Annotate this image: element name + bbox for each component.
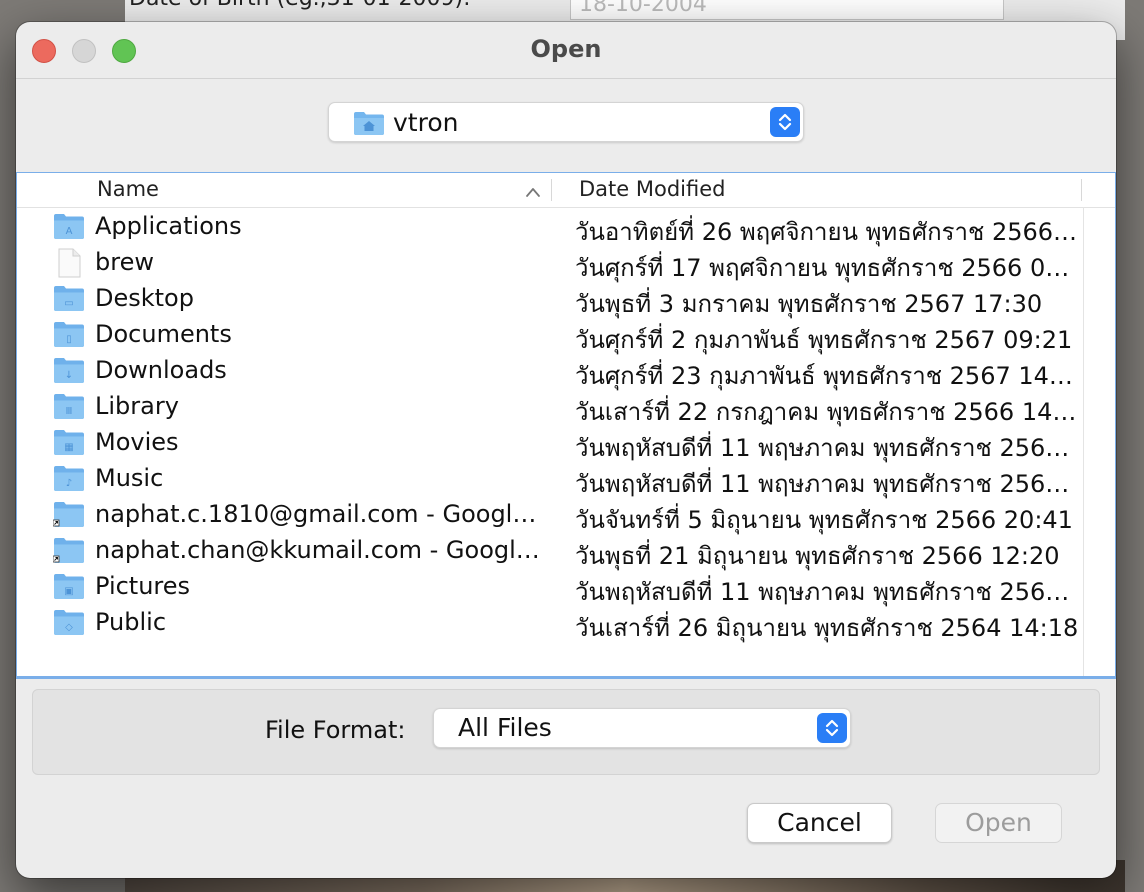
background-dob-label: Date of Birth (eg.,31-01-2009): (129, 0, 471, 11)
library-folder-icon: Ⅲ (53, 392, 85, 424)
documents-folder-icon: ▯ (53, 320, 85, 352)
column-separator[interactable] (551, 179, 552, 201)
file-row[interactable]: ▦ Movies วันพฤหัสบดีที่ 11 พฤษภาคม พุทธศัก… (17, 425, 1083, 462)
file-name: brew (95, 248, 154, 276)
svg-text:Ⅲ: Ⅲ (66, 406, 73, 417)
svg-text:▭: ▭ (64, 298, 73, 309)
svg-text:▯: ▯ (66, 334, 72, 345)
file-name: Movies (95, 428, 179, 456)
vertical-scrollbar[interactable] (1083, 207, 1084, 676)
file-format-stepper-icon (817, 713, 847, 743)
column-header-row: Name Date Modified (17, 173, 1115, 208)
file-browser: Name Date Modified A Applications วันอาทิต… (16, 172, 1116, 679)
file-row[interactable]: ▣ Pictures วันพฤหัสบดีที่ 11 พฤษภาคม พุทธศ… (17, 569, 1083, 606)
column-separator[interactable] (1081, 179, 1082, 201)
file-row[interactable]: ▭ Desktop วันพุธที่ 3 มกราคม พุทธศักราช 25… (17, 281, 1083, 318)
file-row[interactable]: A Applications วันอาทิตย์ที่ 26 พฤศจิกายน … (17, 209, 1083, 246)
file-name: naphat.chan@kkumail.com - Google … (95, 536, 550, 564)
public-folder-icon: ◇ (53, 608, 85, 640)
dialog-title: Open (530, 35, 602, 63)
home-folder-icon (353, 110, 385, 140)
file-row[interactable]: naphat.chan@kkumail.com - Google … วันพุธ… (17, 533, 1083, 570)
file-row[interactable]: brew วันศุกร์ที่ 17 พฤศจิกายน พุทธศักราช … (17, 245, 1083, 282)
file-row[interactable]: ▯ Documents วันศุกร์ที่ 2 กุมภาพันธ์ พุทธศ… (17, 317, 1083, 354)
desktop-folder-icon: ▭ (53, 284, 85, 316)
file-format-popup[interactable]: All Files (433, 708, 851, 748)
file-name: Desktop (95, 284, 194, 312)
file-row[interactable]: Ⅲ Library วันเสาร์ที่ 22 กรกฎาคม พุทธศักรา… (17, 389, 1083, 426)
file-name: Music (95, 464, 164, 492)
downloads-folder-icon: ↓ (53, 356, 85, 388)
svg-text:A: A (66, 226, 73, 237)
background-dob-field: 18-10-2004 (570, 0, 1004, 20)
file-name: Pictures (95, 572, 191, 600)
location-popup[interactable]: vtron (328, 102, 804, 142)
svg-text:↓: ↓ (65, 370, 73, 381)
location-label: vtron (393, 108, 459, 137)
file-format-value: All Files (458, 713, 552, 742)
file-row[interactable]: ↓ Downloads วันศุกร์ที่ 23 กุมภาพันธ์ พุทธ… (17, 353, 1083, 390)
column-header-date-modified[interactable]: Date Modified (579, 177, 725, 201)
file-row[interactable]: ♪ Music วันพฤหัสบดีที่ 11 พฤษภาคม พุทธศักร… (17, 461, 1083, 498)
file-row[interactable]: naphat.c.1810@gmail.com - Google … วันจัน… (17, 497, 1083, 534)
alias-folder-icon (52, 536, 85, 568)
cancel-button[interactable]: Cancel (747, 803, 892, 843)
file-format-label: File Format: (265, 716, 406, 744)
file-name: Downloads (95, 356, 227, 384)
music-folder-icon: ♪ (53, 464, 85, 496)
svg-text:▣: ▣ (64, 586, 73, 597)
file-name: Library (95, 392, 179, 420)
file-row[interactable]: ◇ Public วันเสาร์ที่ 26 มิถุนายน พุทธศักรา… (17, 605, 1083, 642)
file-name: Applications (95, 212, 242, 240)
file-name: Public (95, 608, 167, 636)
svg-text:♪: ♪ (66, 478, 72, 489)
document-icon (53, 248, 85, 282)
open-button[interactable]: Open (935, 803, 1062, 843)
file-date-modified: วันเสาร์ที่ 26 มิถุนายน พุทธศักราช 2564 … (575, 614, 1079, 642)
location-stepper-icon (770, 107, 800, 137)
pictures-folder-icon: ▣ (53, 572, 85, 604)
movies-folder-icon: ▦ (53, 428, 85, 460)
sort-ascending-icon (525, 183, 541, 202)
file-name: naphat.c.1810@gmail.com - Google … (95, 500, 550, 528)
title-bar: Open (16, 22, 1116, 79)
column-header-name[interactable]: Name (97, 177, 159, 201)
svg-text:▦: ▦ (64, 442, 73, 453)
file-format-panel: File Format: All Files (32, 689, 1100, 775)
applications-folder-icon: A (53, 212, 85, 244)
file-name: Documents (95, 320, 232, 348)
open-dialog: Open vtron Name Date Modified A Applicat… (16, 22, 1116, 878)
svg-text:◇: ◇ (65, 622, 73, 633)
alias-folder-icon (52, 500, 85, 532)
